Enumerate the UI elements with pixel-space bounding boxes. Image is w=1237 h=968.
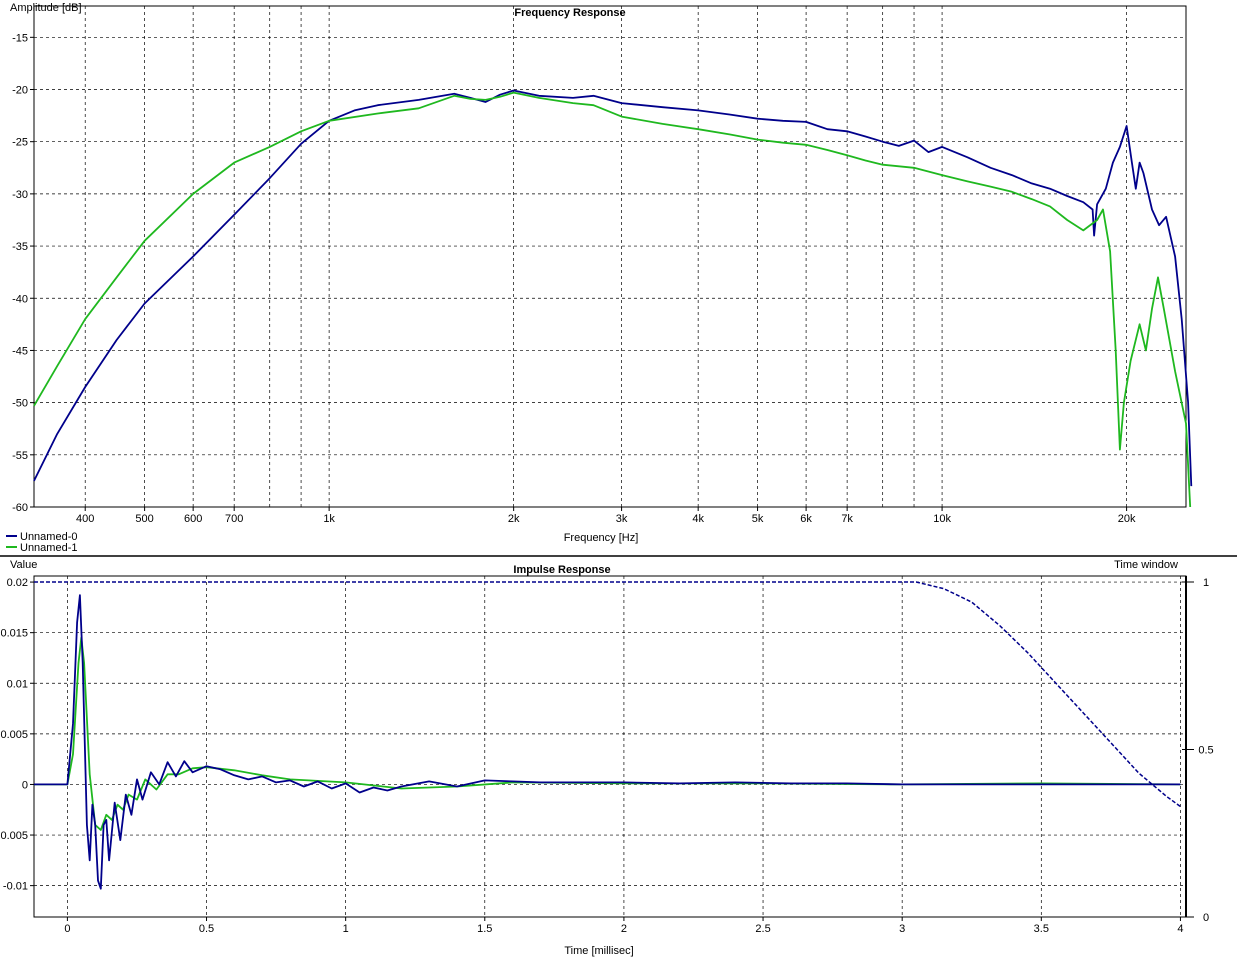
x-tick-label: 2.5 bbox=[755, 923, 770, 935]
series-line-unnamed-0 bbox=[33, 89, 1193, 487]
x-tick-label: 4 bbox=[1177, 923, 1183, 935]
x-tick-label: 10k bbox=[933, 513, 951, 525]
x-tick-label: 1k bbox=[323, 513, 335, 525]
x-tick-label: 700 bbox=[225, 513, 243, 525]
y-tick-label: -0.01 bbox=[3, 881, 28, 893]
x-tick-label: 3.5 bbox=[1034, 923, 1049, 935]
x-tick-label: 1 bbox=[343, 923, 349, 935]
impulse-response-chart: 0.02 0.015 0.01 0.005 0 -0.005 -0.01 0 0.5 1 1.5 2 2… bbox=[0, 559, 1214, 957]
y-tick-label: 0.015 bbox=[0, 628, 28, 640]
x-tick-label: 0.5 bbox=[199, 923, 214, 935]
y-tick-label: -50 bbox=[12, 398, 28, 410]
legend-label: Unnamed-1 bbox=[20, 542, 77, 554]
x-tick-label: 0 bbox=[64, 923, 70, 935]
x-tick-label: 400 bbox=[76, 513, 94, 525]
x-tick-label: 20k bbox=[1118, 513, 1136, 525]
y2-axis-label: Time window bbox=[1114, 559, 1178, 571]
series-line-time-window bbox=[34, 581, 1181, 808]
y2-tick-label: 1 bbox=[1203, 577, 1209, 589]
x-tick-label: 1.5 bbox=[477, 923, 492, 935]
y-tick-label: -35 bbox=[12, 241, 28, 253]
x-tick-label: 2k bbox=[508, 513, 520, 525]
series-line-unnamed-0 bbox=[34, 594, 1181, 890]
y2-tick-label: 0 bbox=[1203, 912, 1209, 924]
y-axis-label: Value bbox=[10, 559, 37, 571]
y-tick-label: -45 bbox=[12, 345, 28, 357]
frequency-response-chart: -15 -20 -25 -30 -35 -40 -45 -50 -55 -60 400 500 600 7… bbox=[0, 2, 1237, 557]
y2-tick-label: 0.5 bbox=[1198, 745, 1213, 757]
x-tick-label: 500 bbox=[135, 513, 153, 525]
x-tick-label: 3k bbox=[616, 513, 628, 525]
chart-canvas: -15-20-25-30-35-40-45-50-55-60400 500 600 7… bbox=[0, 2, 1237, 957]
y-tick-label: 0.02 bbox=[7, 577, 28, 589]
x-tick-label: 3 bbox=[899, 923, 905, 935]
series-line-unnamed-1 bbox=[33, 91, 1192, 508]
y-tick-label: -60 bbox=[12, 502, 28, 514]
x-tick-label: 7k bbox=[841, 513, 853, 525]
y-tick-label: -15 bbox=[12, 32, 28, 44]
plot-frame bbox=[33, 5, 1187, 508]
y-tick-label: -55 bbox=[12, 450, 28, 462]
y-tick-label: -25 bbox=[12, 137, 28, 149]
y-tick-label: 0.01 bbox=[7, 678, 28, 690]
x-tick-label: 4k bbox=[692, 513, 704, 525]
x-tick-label: 5k bbox=[752, 513, 764, 525]
chart-title: Frequency Response bbox=[514, 7, 625, 19]
y-tick-label: -40 bbox=[12, 293, 28, 305]
x-tick-label: 2 bbox=[621, 923, 627, 935]
x-axis-label: Time [millisec] bbox=[564, 945, 633, 957]
y-tick-label: -30 bbox=[12, 189, 28, 201]
y-tick-label: -20 bbox=[12, 85, 28, 97]
x-axis-label: Frequency [Hz] bbox=[564, 532, 639, 544]
x-tick-label: 600 bbox=[184, 513, 202, 525]
x-tick-label: 6k bbox=[800, 513, 812, 525]
y-tick-label: 0.005 bbox=[0, 729, 28, 741]
y-tick-label: -0.005 bbox=[0, 830, 28, 842]
chart-title: Impulse Response bbox=[513, 564, 610, 576]
y-axis-label: Amplitude [dB] bbox=[10, 2, 82, 14]
y-tick-label: 0 bbox=[22, 779, 28, 791]
